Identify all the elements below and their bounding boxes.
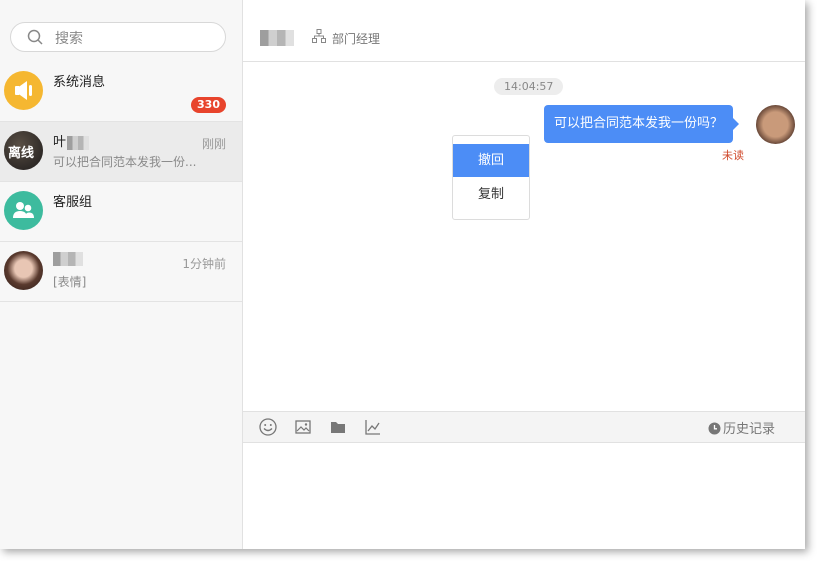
conversation-time: 1分钟前 [182, 257, 226, 271]
history-label: 历史记录 [722, 422, 775, 437]
conversation-name [53, 251, 83, 266]
message-bubble[interactable]: 可以把合同范本发我一份吗？ [544, 105, 740, 143]
group-icon [4, 191, 43, 230]
read-status: 未读 [722, 149, 744, 162]
conversation-service-group[interactable]: 客服组 [0, 182, 242, 242]
conversation-system-messages[interactable]: 系统消息 330 [0, 62, 242, 122]
conversation-preview: [表情] [53, 275, 87, 289]
message-timestamp: 14:04:57 [494, 78, 564, 95]
image-icon[interactable] [293, 417, 313, 437]
conversation-time: 刚刚 [201, 137, 226, 151]
conversation-preview: 可以把合同范本发我一份... [53, 155, 197, 169]
avatar: 离线 [4, 131, 43, 170]
speaker-icon [4, 71, 43, 110]
chat-title [260, 30, 294, 46]
conversation-contact[interactable]: 1分钟前 [表情] [0, 242, 242, 302]
chat-header: 部门经理 [243, 0, 805, 62]
conversation-name: 客服组 [53, 195, 93, 210]
message-input[interactable] [243, 443, 805, 549]
recall-menu-item[interactable]: 撤回 [453, 144, 529, 177]
search-placeholder: 搜索 [55, 31, 83, 47]
folder-icon[interactable] [328, 417, 348, 437]
sidebar: 搜索 系统消息 330 离线 叶 刚刚 可以把合同范本发我一份... 客服组 1… [0, 0, 243, 549]
input-toolbar: 历史记录 [243, 411, 805, 443]
chat-window: 搜索 系统消息 330 离线 叶 刚刚 可以把合同范本发我一份... 客服组 1… [0, 0, 805, 549]
conversation-ye[interactable]: 离线 叶 刚刚 可以把合同范本发我一份... [0, 122, 242, 182]
chat-role: 部门经理 [332, 32, 381, 46]
search-input[interactable]: 搜索 [10, 22, 226, 52]
avatar[interactable] [756, 105, 795, 144]
clock-icon [708, 422, 721, 435]
offline-label: 离线 [8, 146, 35, 161]
emoji-icon[interactable] [258, 417, 278, 437]
conversation-name: 叶 [53, 131, 90, 150]
org-chart-icon [312, 29, 326, 43]
avatar [4, 251, 43, 290]
search-icon [27, 29, 43, 45]
chat-panel: 部门经理 14:04:57 可以把合同范本发我一份吗？ 未读 撤回 复制 历史记… [243, 0, 805, 549]
history-button[interactable]: 历史记录 [708, 418, 775, 437]
copy-menu-item[interactable]: 复制 [453, 178, 529, 211]
context-menu: 撤回 复制 [452, 135, 530, 220]
unread-count-badge: 330 [191, 97, 226, 113]
chart-icon[interactable] [363, 417, 383, 437]
conversation-name: 系统消息 [53, 75, 106, 90]
